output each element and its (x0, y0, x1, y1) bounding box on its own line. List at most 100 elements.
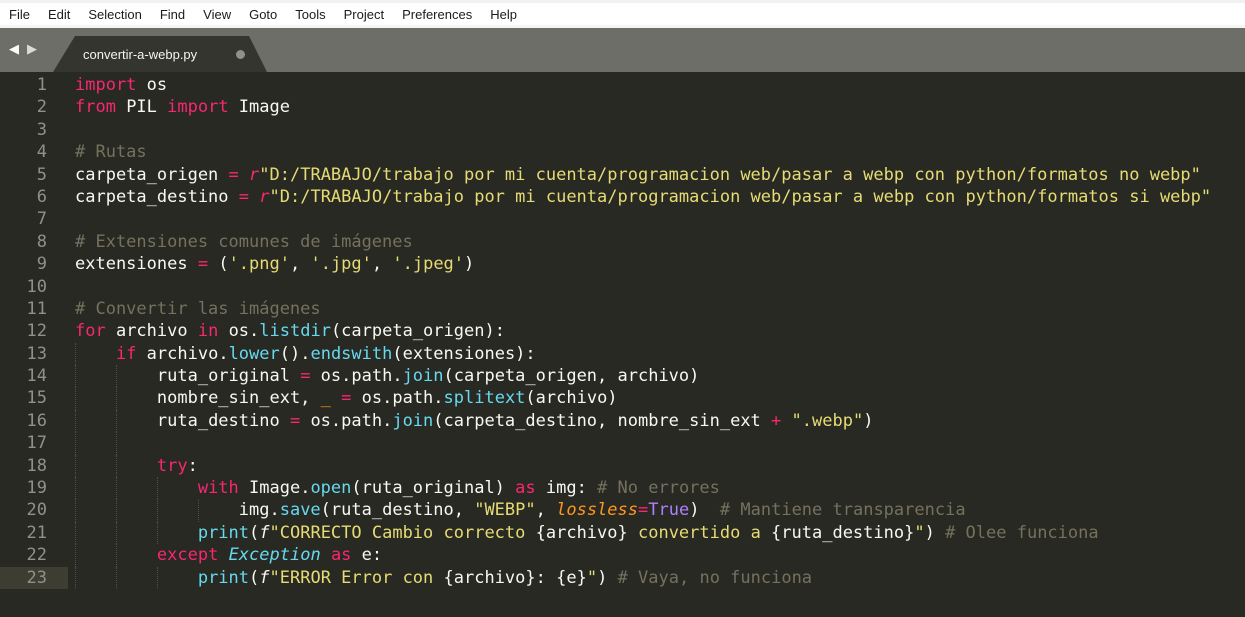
code-token: except (157, 545, 218, 565)
menu-item-file[interactable]: File (0, 7, 39, 22)
code-line-content: extensiones = ('.png', '.jpg', '.jpeg') (68, 253, 1245, 275)
nav-forward-icon[interactable]: ▶ (27, 42, 37, 58)
menu-item-selection[interactable]: Selection (79, 7, 150, 22)
indent-guide (75, 387, 76, 409)
indent-guide (75, 477, 76, 499)
code-token: = (239, 187, 249, 207)
code-token: ( (208, 254, 228, 274)
tab-title: convertir-a-webp.py (83, 47, 197, 62)
code-token: "D:/TRABAJO/trabajo por mi cuenta/progra… (259, 165, 1201, 185)
code-token: {ruta_destino} (771, 523, 914, 543)
code-token: if (116, 344, 136, 364)
code-token: for (75, 321, 106, 341)
code-line[interactable]: 14 ruta_original = os.path.join(carpeta_… (0, 365, 1245, 387)
code-line[interactable]: 15 nombre_sin_ext, _ = os.path.splitext(… (0, 387, 1245, 409)
code-token: archivo. (136, 344, 228, 364)
line-number: 9 (0, 253, 68, 275)
code-token: os.path. (300, 411, 392, 431)
code-line[interactable]: 4# Rutas (0, 141, 1245, 163)
menu-item-goto[interactable]: Goto (240, 7, 286, 22)
menu-item-find[interactable]: Find (151, 7, 194, 22)
code-token: {e} (556, 568, 587, 588)
code-token: Image (229, 97, 290, 117)
indent-guide (198, 499, 199, 521)
menu-item-project[interactable]: Project (335, 7, 393, 22)
line-number: 17 (0, 432, 68, 454)
code-line[interactable]: 10 (0, 276, 1245, 298)
code-line[interactable]: 21 print(f"CORRECTO Cambio correcto {arc… (0, 522, 1245, 544)
indent-guide (75, 455, 76, 477)
code-token: ( (249, 523, 259, 543)
code-token: # Mantiene transparencia (720, 500, 966, 520)
menu-item-help[interactable]: Help (481, 7, 526, 22)
file-tab[interactable]: convertir-a-webp.py (53, 36, 267, 72)
code-token: import (75, 75, 136, 95)
code-line[interactable]: 18 try: (0, 455, 1245, 477)
menu-item-view[interactable]: View (194, 7, 240, 22)
indent-guide (75, 365, 76, 387)
editor[interactable]: 1 import os2from PIL import Image34# Ruta… (0, 72, 1245, 617)
code-token: splitext (444, 388, 526, 408)
code-token: "CORRECTO Cambio correcto (270, 523, 536, 543)
code-token: r (249, 165, 259, 185)
menu-item-edit[interactable]: Edit (39, 7, 79, 22)
line-number: 1 (0, 74, 68, 96)
code-token: _ (321, 388, 331, 408)
code-token: print (198, 523, 249, 543)
code-token: '.jpeg' (392, 254, 464, 274)
code-token: nombre_sin_ext, (157, 388, 321, 408)
indent-guide (116, 455, 117, 477)
code-line[interactable]: 1 import os (0, 74, 1245, 96)
code-line-content: carpeta_origen = r"D:/TRABAJO/trabajo po… (68, 164, 1245, 186)
indent-guide (116, 567, 117, 589)
code-token: os. (218, 321, 259, 341)
code-token: '.png' (229, 254, 290, 274)
code-line-content: img.save(ruta_destino, "WEBP", lossless=… (68, 499, 1245, 521)
code-token: ( (249, 568, 259, 588)
code-token: : (188, 456, 198, 476)
code-token: ) (925, 523, 945, 543)
code-line[interactable]: 8# Extensiones comunes de imágenes (0, 231, 1245, 253)
code-line[interactable]: 19 with Image.open(ruta_original) as img… (0, 477, 1245, 499)
code-line[interactable]: 5carpeta_origen = r"D:/TRABAJO/trabajo p… (0, 164, 1245, 186)
code-line[interactable]: 16 ruta_destino = os.path.join(carpeta_d… (0, 410, 1245, 432)
code-token: e: (351, 545, 382, 565)
code-token: # Convertir las imágenes (75, 299, 321, 319)
code-token: os (136, 75, 167, 95)
menu-item-preferences[interactable]: Preferences (393, 7, 481, 22)
code-token: True (648, 500, 689, 520)
indent-guide (75, 432, 76, 454)
code-token: ) (597, 568, 617, 588)
code-line-content: from PIL import Image (68, 96, 1245, 118)
code-token: as (515, 478, 535, 498)
code-token: " (914, 523, 924, 543)
code-token: # Olee funciona (945, 523, 1099, 543)
nav-back-icon[interactable]: ◀ (9, 42, 19, 58)
code-line[interactable]: 13 if archivo.lower().endswith(extension… (0, 343, 1245, 365)
code-line-content: ruta_original = os.path.join(carpeta_ori… (68, 365, 1245, 387)
code-line[interactable]: 22 except Exception as e: (0, 544, 1245, 566)
line-number: 20 (0, 499, 68, 521)
code-line[interactable]: 11# Convertir las imágenes (0, 298, 1245, 320)
code-line[interactable]: 2from PIL import Image (0, 96, 1245, 118)
code-line[interactable]: 3 (0, 119, 1245, 141)
indent-guide (157, 522, 158, 544)
code-token: open (310, 478, 351, 498)
line-number: 19 (0, 477, 68, 499)
line-number: 7 (0, 208, 68, 230)
code-line[interactable]: 6carpeta_destino = r"D:/TRABAJO/trabajo … (0, 186, 1245, 208)
code-line[interactable]: 17 (0, 432, 1245, 454)
code-token: r (259, 187, 269, 207)
code-line[interactable]: 9extensiones = ('.png', '.jpg', '.jpeg') (0, 253, 1245, 275)
code-line[interactable]: 23 print(f"ERROR Error con {archivo}: {e… (0, 567, 1245, 589)
indent-guide (116, 410, 117, 432)
code-line[interactable]: 12for archivo in os.listdir(carpeta_orig… (0, 320, 1245, 342)
code-line[interactable]: 7 (0, 208, 1245, 230)
code-line[interactable]: 20 img.save(ruta_destino, "WEBP", lossle… (0, 499, 1245, 521)
indent-guide (157, 477, 158, 499)
menu-item-tools[interactable]: Tools (286, 7, 334, 22)
code-token: os.path. (351, 388, 443, 408)
code-token: ruta_original (157, 366, 300, 386)
code-token: (carpeta_origen): (331, 321, 505, 341)
code-line-content (68, 276, 1245, 298)
